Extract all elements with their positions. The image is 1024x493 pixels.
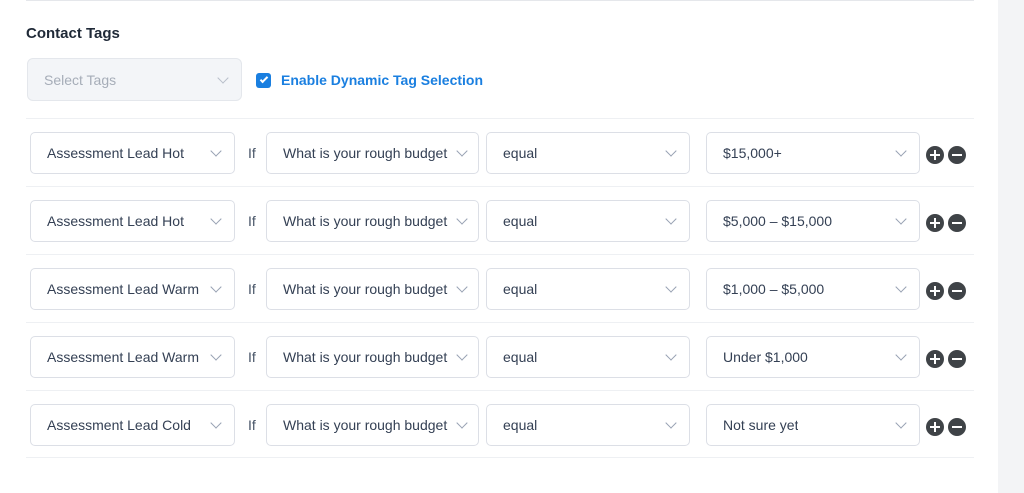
- question-value: What is your rough budget?: [283, 213, 448, 229]
- chevron-down-icon: [895, 145, 907, 157]
- chevron-down-icon: [895, 213, 907, 225]
- plus-circle-icon[interactable]: [926, 350, 944, 368]
- dynamic-tag-label[interactable]: Enable Dynamic Tag Selection: [281, 72, 483, 88]
- question-dropdown[interactable]: What is your rough budget?: [266, 336, 479, 378]
- chevron-down-icon: [456, 349, 468, 361]
- scroll-gutter: [998, 0, 1024, 493]
- chevron-down-icon: [895, 349, 907, 361]
- if-label: If: [248, 281, 256, 297]
- operator-dropdown[interactable]: equal: [486, 132, 690, 174]
- chevron-down-icon: [210, 213, 222, 225]
- chevron-down-icon: [665, 417, 677, 429]
- chevron-down-icon: [456, 417, 468, 429]
- question-dropdown[interactable]: What is your rough budget?: [266, 404, 479, 446]
- answer-dropdown[interactable]: Under $1,000: [706, 336, 920, 378]
- tag-dropdown[interactable]: Assessment Lead Warm: [30, 336, 235, 378]
- answer-dropdown[interactable]: $1,000 – $5,000: [706, 268, 920, 310]
- dynamic-tag-checkbox[interactable]: [256, 72, 271, 88]
- contact-tags-panel: Contact Tags Select Tags Enable Dynamic …: [0, 0, 998, 493]
- tag-rule-row: Assessment Lead Warm If What is your rou…: [26, 322, 974, 390]
- answer-value: $15,000+: [723, 145, 782, 161]
- if-label: If: [248, 349, 256, 365]
- if-label: If: [248, 213, 256, 229]
- minus-circle-icon[interactable]: [948, 146, 966, 164]
- answer-dropdown[interactable]: Not sure yet: [706, 404, 920, 446]
- operator-dropdown[interactable]: equal: [486, 200, 690, 242]
- operator-value: equal: [503, 145, 538, 161]
- chevron-down-icon: [665, 281, 677, 293]
- operator-dropdown[interactable]: equal: [486, 404, 690, 446]
- dynamic-tag-toggle[interactable]: Enable Dynamic Tag Selection: [256, 72, 483, 88]
- answer-value: $5,000 – $15,000: [723, 213, 832, 229]
- operator-value: equal: [503, 213, 538, 229]
- if-label: If: [248, 145, 256, 161]
- chevron-down-icon: [456, 145, 468, 157]
- chevron-down-icon: [456, 213, 468, 225]
- chevron-down-icon: [665, 145, 677, 157]
- answer-value: Not sure yet: [723, 417, 799, 433]
- tag-rule-row: Assessment Lead Cold If What is your rou…: [26, 390, 974, 458]
- chevron-down-icon: [210, 417, 222, 429]
- chevron-down-icon: [665, 349, 677, 361]
- tag-value: Assessment Lead Warm: [47, 349, 199, 365]
- question-dropdown[interactable]: What is your rough budget?: [266, 268, 479, 310]
- question-value: What is your rough budget?: [283, 281, 448, 297]
- tag-rule-row: Assessment Lead Warm If What is your rou…: [26, 254, 974, 322]
- operator-value: equal: [503, 417, 538, 433]
- tag-rules-list: Assessment Lead Hot If What is your roug…: [26, 118, 974, 458]
- tag-value: Assessment Lead Hot: [47, 145, 184, 161]
- select-tags-dropdown[interactable]: Select Tags: [27, 58, 242, 101]
- minus-circle-icon[interactable]: [948, 418, 966, 436]
- operator-value: equal: [503, 349, 538, 365]
- plus-circle-icon[interactable]: [926, 418, 944, 436]
- tag-value: Assessment Lead Hot: [47, 213, 184, 229]
- select-tags-placeholder: Select Tags: [44, 71, 117, 88]
- tag-rule-row: Assessment Lead Hot If What is your roug…: [26, 118, 974, 186]
- divider: [26, 0, 974, 1]
- chevron-down-icon: [217, 71, 229, 84]
- plus-circle-icon[interactable]: [926, 146, 944, 164]
- plus-circle-icon[interactable]: [926, 282, 944, 300]
- plus-circle-icon[interactable]: [926, 214, 944, 232]
- check-icon: [259, 74, 268, 84]
- tag-dropdown[interactable]: Assessment Lead Hot: [30, 200, 235, 242]
- tag-dropdown[interactable]: Assessment Lead Hot: [30, 132, 235, 174]
- operator-dropdown[interactable]: equal: [486, 268, 690, 310]
- question-dropdown[interactable]: What is your rough budget?: [266, 200, 479, 242]
- answer-value: Under $1,000: [723, 349, 808, 365]
- section-title: Contact Tags: [26, 25, 120, 42]
- operator-dropdown[interactable]: equal: [486, 336, 690, 378]
- tag-value: Assessment Lead Cold: [47, 417, 191, 433]
- operator-value: equal: [503, 281, 538, 297]
- tag-dropdown[interactable]: Assessment Lead Cold: [30, 404, 235, 446]
- chevron-down-icon: [210, 145, 222, 157]
- chevron-down-icon: [665, 213, 677, 225]
- question-value: What is your rough budget?: [283, 145, 448, 161]
- minus-circle-icon[interactable]: [948, 282, 966, 300]
- minus-circle-icon[interactable]: [948, 214, 966, 232]
- chevron-down-icon: [456, 281, 468, 293]
- if-label: If: [248, 417, 256, 433]
- question-value: What is your rough budget?: [283, 349, 448, 365]
- answer-value: $1,000 – $5,000: [723, 281, 825, 297]
- tag-rule-row: Assessment Lead Hot If What is your roug…: [26, 186, 974, 254]
- answer-dropdown[interactable]: $15,000+: [706, 132, 920, 174]
- chevron-down-icon: [210, 349, 222, 361]
- answer-dropdown[interactable]: $5,000 – $15,000: [706, 200, 920, 242]
- question-value: What is your rough budget?: [283, 417, 448, 433]
- tag-dropdown[interactable]: Assessment Lead Warm: [30, 268, 235, 310]
- chevron-down-icon: [895, 281, 907, 293]
- chevron-down-icon: [210, 281, 222, 293]
- tag-value: Assessment Lead Warm: [47, 281, 199, 297]
- question-dropdown[interactable]: What is your rough budget?: [266, 132, 479, 174]
- minus-circle-icon[interactable]: [948, 350, 966, 368]
- chevron-down-icon: [895, 417, 907, 429]
